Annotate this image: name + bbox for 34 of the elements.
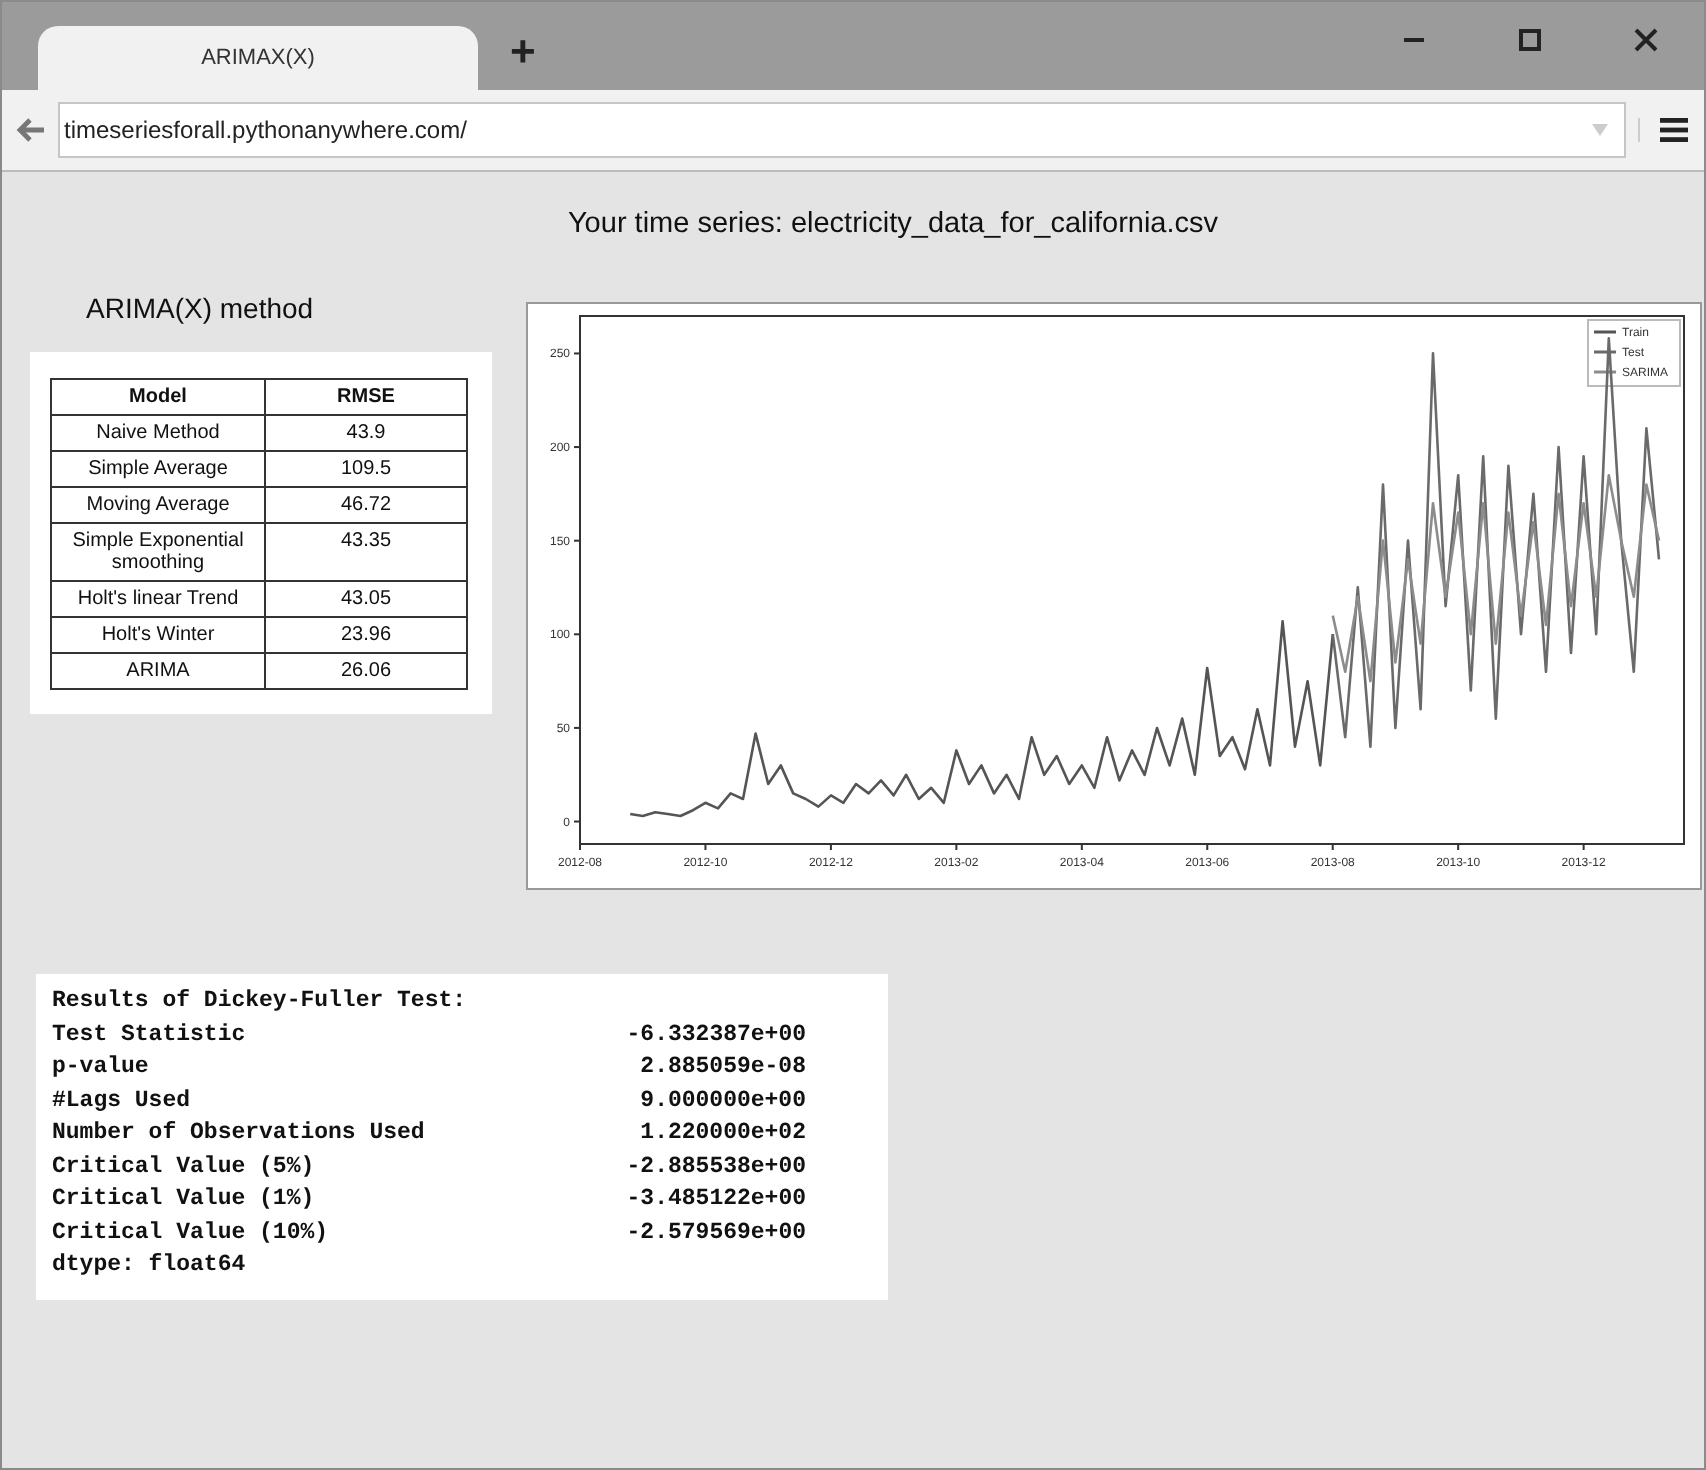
results-heading: Results of Dickey-Fuller Test: (52, 986, 469, 1018)
table-cell: 26.06 (265, 653, 467, 689)
table-cell: Simple Average (51, 451, 265, 487)
table-cell: 43.9 (265, 415, 467, 451)
table-cell: Moving Average (51, 487, 265, 523)
table-cell: 43.35 (265, 523, 467, 581)
page-title: Your time series: electricity_data_for_california.csv (565, 206, 1221, 240)
table-cell: 23.96 (265, 617, 467, 653)
stat-label: #Lags Used (52, 1085, 193, 1117)
method-heading: ARIMA(X) method (84, 290, 316, 324)
stat-value: -3.485122e+00 (624, 1184, 806, 1216)
stat-label: Critical Value (10%) (52, 1217, 331, 1249)
column-header: Model (51, 379, 265, 415)
dtype-line: dtype: float64 (52, 1250, 248, 1282)
table-cell: 43.05 (265, 581, 467, 617)
table-cell: Holt's linear Trend (51, 581, 265, 617)
stat-label: Test Statistic (52, 1019, 248, 1051)
stat-value: -6.332387e+00 (624, 1019, 806, 1051)
stat-label: Critical Value (5%) (52, 1151, 317, 1183)
stat-label: Critical Value (1%) (52, 1184, 317, 1216)
column-header: RMSE (265, 379, 467, 415)
stat-value: 9.000000e+00 (638, 1085, 806, 1117)
stat-value: 1.220000e+02 (638, 1118, 806, 1150)
table-cell: 46.72 (265, 487, 467, 523)
stat-label: Number of Observations Used (52, 1118, 427, 1150)
table-cell: Simple Exponential smoothing (51, 523, 265, 581)
table-cell: Holt's Winter (51, 617, 265, 653)
table-cell: 109.5 (265, 451, 467, 487)
stat-value: -2.885538e+00 (624, 1151, 806, 1183)
stat-value: -2.579569e+00 (624, 1217, 806, 1249)
stat-label: p-value (52, 1052, 151, 1084)
table-cell: Naive Method (51, 415, 265, 451)
stat-value: 2.885059e-08 (638, 1052, 806, 1084)
table-cell: ARIMA (51, 653, 265, 689)
